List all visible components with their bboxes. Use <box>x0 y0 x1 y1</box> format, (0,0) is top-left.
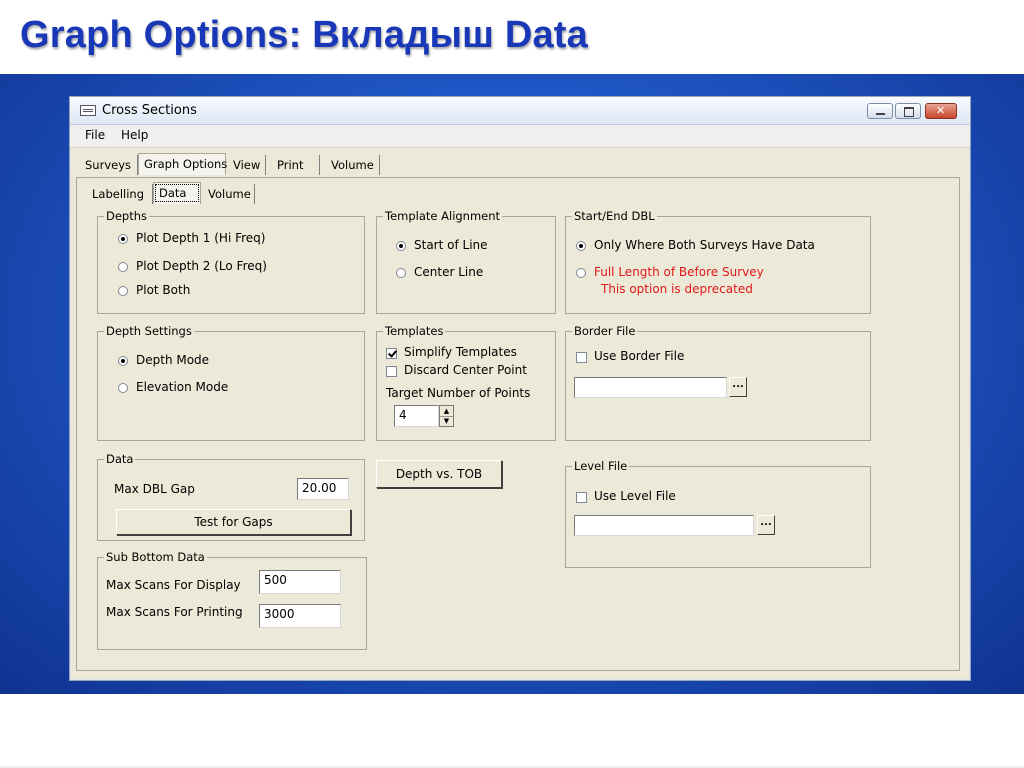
start-of-line-label: Start of Line <box>414 238 488 252</box>
max-scans-printing-label: Max Scans For Printing <box>106 605 243 619</box>
depth-settings-label: Depth Settings <box>104 324 194 338</box>
plot-depth-2-radio[interactable] <box>118 262 128 272</box>
start-end-dbl-label: Start/End DBL <box>572 209 657 223</box>
data-group: Data Max DBL Gap 20.00 Test for Gaps <box>97 452 365 541</box>
stepper-down-icon[interactable]: ▼ <box>440 416 453 426</box>
templates-label: Templates <box>383 324 446 338</box>
max-dbl-gap-input[interactable]: 20.00 <box>297 478 349 500</box>
tab-volume[interactable]: Volume <box>326 155 380 175</box>
simplify-templates-checkbox[interactable] <box>386 348 397 359</box>
maximize-button[interactable] <box>895 103 921 119</box>
center-line-radio[interactable] <box>396 268 406 278</box>
border-file-label: Border File <box>572 324 638 338</box>
depth-mode-radio[interactable] <box>118 356 128 366</box>
level-file-browse-button[interactable]: ... <box>757 515 775 535</box>
border-file-group: Border File Use Border File ... <box>565 324 871 441</box>
window-titlebar[interactable]: Cross Sections <box>70 97 970 125</box>
templates-group: Templates Simplify Templates Discard Cen… <box>376 324 556 441</box>
tab-surveys[interactable]: Surveys <box>80 155 138 175</box>
border-file-browse-button[interactable]: ... <box>729 377 747 397</box>
tab-print[interactable]: Print <box>272 155 320 175</box>
depth-vs-tob-button[interactable]: Depth vs. TOB <box>376 460 502 488</box>
menu-file[interactable]: File <box>85 128 105 142</box>
window-title: Cross Sections <box>102 103 197 118</box>
deprecated-note: This option is deprecated <box>601 282 753 296</box>
tab-view[interactable]: View <box>228 155 266 175</box>
tab-data[interactable]: Data <box>153 182 201 204</box>
target-number-stepper[interactable]: ▲ ▼ <box>439 405 454 427</box>
depth-mode-label: Depth Mode <box>136 353 210 367</box>
level-file-label: Level File <box>572 459 630 473</box>
target-number-input[interactable]: 4 <box>394 405 439 427</box>
level-file-path-input[interactable] <box>574 515 754 536</box>
depths-group: Depths Plot Depth 1 (Hi Freq) Plot Depth… <box>97 209 365 314</box>
target-number-label: Target Number of Points <box>386 386 531 400</box>
graph-options-page: Labelling Data Volume Depths Plot Depth … <box>76 177 960 671</box>
discard-center-point-checkbox[interactable] <box>386 366 397 377</box>
slide-title: Graph Options: Вкладыш Data <box>20 14 588 56</box>
main-tab-row: Surveys Graph Options View Print Volume <box>80 153 960 177</box>
depths-group-label: Depths <box>104 209 150 223</box>
test-for-gaps-button[interactable]: Test for Gaps <box>116 509 351 535</box>
tab-labelling[interactable]: Labelling <box>87 184 153 204</box>
menu-bar: File Help <box>70 125 970 148</box>
center-line-label: Center Line <box>414 265 484 279</box>
plot-both-label: Plot Both <box>136 283 191 297</box>
use-border-file-checkbox[interactable] <box>576 352 587 363</box>
tab-graph-options[interactable]: Graph Options <box>138 153 227 175</box>
use-level-file-checkbox[interactable] <box>576 492 587 503</box>
menu-help[interactable]: Help <box>121 128 148 142</box>
start-of-line-radio[interactable] <box>396 241 406 251</box>
close-button[interactable] <box>925 103 957 119</box>
max-scans-printing-input[interactable]: 3000 <box>259 604 341 628</box>
max-scans-display-label: Max Scans For Display <box>106 578 241 592</box>
full-length-radio[interactable] <box>576 268 586 278</box>
plot-both-radio[interactable] <box>118 286 128 296</box>
plot-depth-2-label: Plot Depth 2 (Lo Freq) <box>136 259 267 273</box>
minimize-button[interactable] <box>867 103 893 119</box>
simplify-templates-label: Simplify Templates <box>404 345 517 359</box>
tab-sub-volume[interactable]: Volume <box>203 184 255 204</box>
use-border-file-label: Use Border File <box>594 349 685 363</box>
depth-settings-group: Depth Settings Depth Mode Elevation Mode <box>97 324 365 441</box>
sub-bottom-data-label: Sub Bottom Data <box>104 550 207 564</box>
template-alignment-group: Template Alignment Start of Line Center … <box>376 209 556 314</box>
elevation-mode-label: Elevation Mode <box>136 380 229 394</box>
template-alignment-label: Template Alignment <box>383 209 503 223</box>
sub-tab-row: Labelling Data Volume <box>87 182 387 206</box>
use-level-file-label: Use Level File <box>594 489 676 503</box>
only-where-both-label: Only Where Both Surveys Have Data <box>594 238 815 252</box>
plot-depth-1-radio[interactable] <box>118 234 128 244</box>
border-file-path-input[interactable] <box>574 377 727 398</box>
sub-bottom-data-group: Sub Bottom Data Max Scans For Display 50… <box>97 550 367 650</box>
only-where-both-radio[interactable] <box>576 241 586 251</box>
max-scans-display-input[interactable]: 500 <box>259 570 341 594</box>
app-icon <box>80 105 96 116</box>
start-end-dbl-group: Start/End DBL Only Where Both Surveys Ha… <box>565 209 871 314</box>
level-file-group: Level File Use Level File ... <box>565 459 871 568</box>
discard-center-point-label: Discard Center Point <box>404 363 527 377</box>
data-group-label: Data <box>104 452 136 466</box>
elevation-mode-radio[interactable] <box>118 383 128 393</box>
full-length-label: Full Length of Before Survey <box>594 265 764 279</box>
cross-sections-window: Cross Sections File Help Surveys Graph O… <box>69 96 971 681</box>
plot-depth-1-label: Plot Depth 1 (Hi Freq) <box>136 231 266 245</box>
max-dbl-gap-label: Max DBL Gap <box>114 482 195 496</box>
